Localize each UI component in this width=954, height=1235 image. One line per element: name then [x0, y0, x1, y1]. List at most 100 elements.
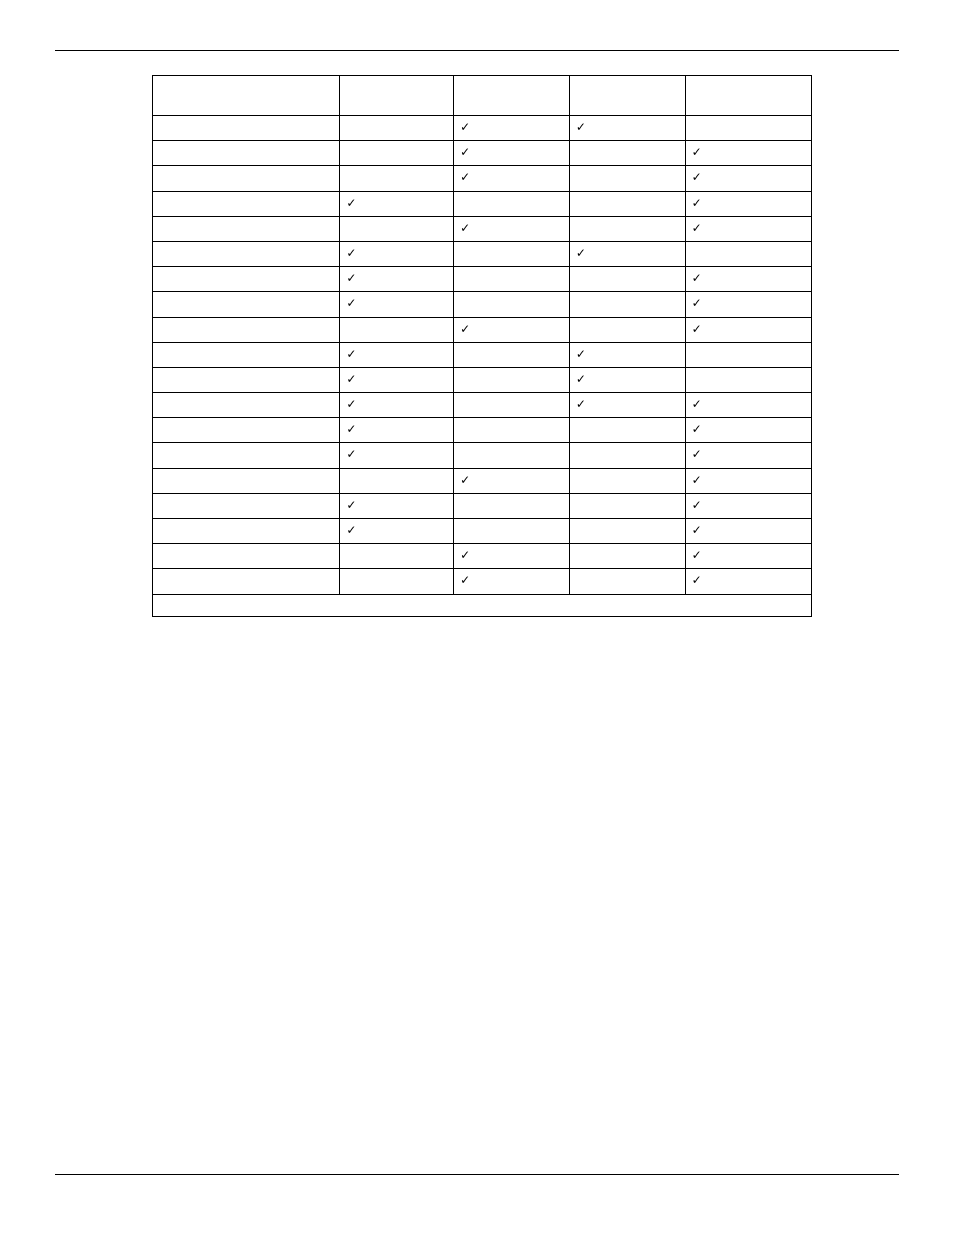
table-row: ✓✓: [153, 317, 812, 342]
check-icon: ✓: [346, 372, 356, 386]
col-header-4: [685, 76, 811, 116]
check-icon: ✓: [460, 170, 470, 184]
table-container: ✓✓✓✓✓✓✓✓✓✓✓✓✓✓✓✓✓✓✓✓✓✓✓✓✓✓✓✓✓✓✓✓✓✓✓✓✓✓✓: [55, 75, 899, 617]
table-footer-row: [153, 594, 812, 616]
check-icon: ✓: [692, 447, 702, 461]
table-cell: [569, 519, 685, 544]
check-icon: ✓: [346, 498, 356, 512]
table-cell: ✓: [340, 493, 454, 518]
row-label: [153, 418, 340, 443]
col-header-2: [454, 76, 570, 116]
table-row: ✓✓: [153, 443, 812, 468]
table-cell: [454, 191, 570, 216]
row-label: [153, 367, 340, 392]
table-cell: ✓: [454, 166, 570, 191]
check-icon: ✓: [692, 473, 702, 487]
table-cell: ✓: [340, 342, 454, 367]
row-label: [153, 443, 340, 468]
table-row: ✓✓: [153, 292, 812, 317]
table-cell: [569, 267, 685, 292]
row-label: [153, 493, 340, 518]
table-cell: ✓: [685, 468, 811, 493]
check-icon: ✓: [692, 145, 702, 159]
table-header-row: [153, 76, 812, 116]
table-cell: ✓: [569, 241, 685, 266]
table-cell: [569, 317, 685, 342]
check-icon: ✓: [692, 170, 702, 184]
check-icon: ✓: [346, 447, 356, 461]
row-label: [153, 393, 340, 418]
table-cell: [454, 493, 570, 518]
check-icon: ✓: [692, 498, 702, 512]
row-label: [153, 317, 340, 342]
table-cell: ✓: [340, 519, 454, 544]
table-cell: ✓: [454, 116, 570, 141]
check-icon: ✓: [576, 397, 586, 411]
table-row: ✓✓: [153, 166, 812, 191]
check-icon: ✓: [460, 145, 470, 159]
row-label: [153, 267, 340, 292]
header-rule: [55, 50, 899, 51]
check-icon: ✓: [460, 548, 470, 562]
table-cell: [569, 493, 685, 518]
check-icon: ✓: [576, 120, 586, 134]
table-cell: ✓: [340, 367, 454, 392]
table-cell: [340, 116, 454, 141]
check-icon: ✓: [346, 397, 356, 411]
check-icon: ✓: [692, 221, 702, 235]
table-row: ✓✓: [153, 241, 812, 266]
check-icon: ✓: [460, 221, 470, 235]
table-cell: ✓: [454, 317, 570, 342]
table-cell: [569, 569, 685, 594]
table-cell: [685, 367, 811, 392]
check-icon: ✓: [346, 523, 356, 537]
table-cell: [685, 241, 811, 266]
table-cell: ✓: [685, 393, 811, 418]
table-cell: ✓: [569, 367, 685, 392]
row-label: [153, 342, 340, 367]
table-cell: [340, 569, 454, 594]
table-footer: [153, 594, 812, 616]
row-label: [153, 468, 340, 493]
check-icon: ✓: [576, 372, 586, 386]
table-cell: ✓: [454, 216, 570, 241]
check-icon: ✓: [692, 296, 702, 310]
check-icon: ✓: [692, 523, 702, 537]
table-cell: [569, 191, 685, 216]
table-cell: ✓: [685, 292, 811, 317]
table-row: ✓✓: [153, 493, 812, 518]
check-icon: ✓: [576, 246, 586, 260]
table-cell: [569, 468, 685, 493]
row-label: [153, 569, 340, 594]
table-cell: [340, 317, 454, 342]
table-cell: ✓: [685, 443, 811, 468]
check-icon: ✓: [576, 347, 586, 361]
table-cell: [454, 519, 570, 544]
table-cell: ✓: [685, 141, 811, 166]
table-cell: [569, 166, 685, 191]
table-row: ✓✓: [153, 367, 812, 392]
table-cell: ✓: [340, 418, 454, 443]
table-cell: [340, 544, 454, 569]
table-row: ✓✓: [153, 141, 812, 166]
table-footer-cell: [153, 594, 812, 616]
check-icon: ✓: [692, 322, 702, 336]
check-icon: ✓: [346, 271, 356, 285]
table-row: ✓✓: [153, 216, 812, 241]
row-label: [153, 216, 340, 241]
table-cell: ✓: [685, 493, 811, 518]
table-row: ✓✓: [153, 116, 812, 141]
table-cell: [454, 342, 570, 367]
table-cell: [685, 116, 811, 141]
table-cell: ✓: [454, 569, 570, 594]
col-header-0: [153, 76, 340, 116]
row-label: [153, 519, 340, 544]
table-row: ✓✓: [153, 468, 812, 493]
table-cell: ✓: [340, 191, 454, 216]
table-cell: ✓: [454, 141, 570, 166]
check-icon: ✓: [346, 196, 356, 210]
table-cell: ✓: [340, 443, 454, 468]
check-icon: ✓: [692, 196, 702, 210]
table-cell: [454, 367, 570, 392]
table-cell: [569, 443, 685, 468]
